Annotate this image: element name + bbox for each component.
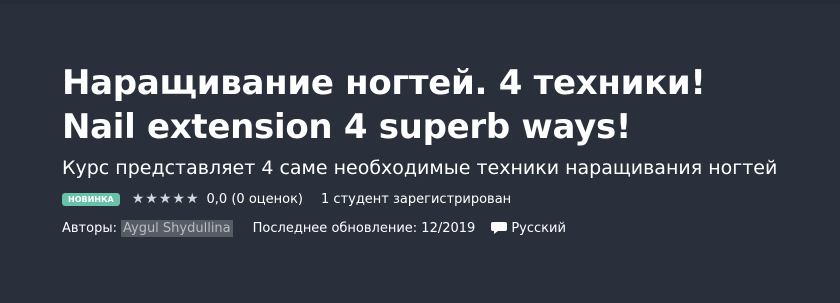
star-icon: ★ [145,191,158,207]
star-icon: ★ [158,191,172,207]
star-icon: ★ [131,191,145,207]
rating-row: Новинка ★ ★ ★ ★ ★ 0,0 (0 оценок) 1 студе… [62,189,511,209]
star-icon: ★ [172,191,185,207]
course-subtitle: Курс представляет 4 саме необходимые тех… [62,157,778,179]
rating-stars: ★ ★ ★ ★ ★ [132,192,199,206]
authors-row: Авторы: Aygul Shydullina Последнее обнов… [62,218,566,238]
course-language: Русский [491,221,566,236]
authors-label: Авторы: [62,220,117,236]
star-icon: ★ [185,191,199,207]
course-header: Наращивание ногтей. 4 техники! Nail exte… [0,0,840,303]
top-strip [0,0,840,4]
rating-text[interactable]: 0,0 (0 оценок) [207,192,303,207]
language-label: Русский [511,220,566,236]
new-badge: Новинка [62,192,120,206]
speech-bubble-icon [491,222,508,234]
students-count: 1 студент зарегистрирован [321,191,512,207]
course-title: Наращивание ногтей. 4 техники! Nail exte… [62,63,706,147]
author-link[interactable]: Aygul Shydullina [120,219,233,237]
last-updated: Последнее обновление: 12/2019 [252,220,476,236]
